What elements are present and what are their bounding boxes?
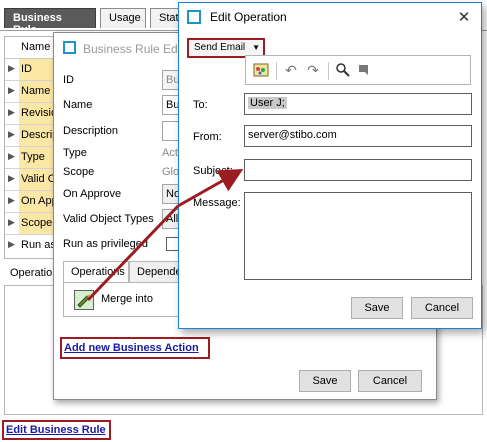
expand-icon[interactable]: ▶ <box>8 129 15 140</box>
dialog-title: Business Rule Edito <box>83 42 191 56</box>
close-icon[interactable]: ✕ <box>451 5 477 31</box>
cancel-button[interactable]: Cancel <box>358 370 422 392</box>
run-as-privileged-label: Run as privileged <box>63 238 148 250</box>
property-row[interactable]: ▶ Revisio <box>5 103 55 125</box>
merge-operation-icon[interactable] <box>74 290 94 310</box>
save-button[interactable]: Save <box>351 297 403 319</box>
type-label: Type <box>63 147 87 159</box>
valid-object-types-label: Valid Object Types <box>63 213 154 225</box>
redo-icon[interactable]: ↷ <box>304 61 322 79</box>
property-grid: Name ▶ ID ▶ Name ▶ Revisio ▶ Descrip ▶ Type ▶… <box>4 36 56 259</box>
property-row[interactable]: ▶ Valid O <box>5 169 55 191</box>
property-label: On App <box>19 191 55 212</box>
expand-icon[interactable]: ▶ <box>8 85 15 96</box>
name-label: Name <box>63 99 93 111</box>
save-button[interactable]: Save <box>299 370 351 392</box>
operation-type-value: Send Email <box>194 42 246 53</box>
subject-field[interactable] <box>244 159 472 181</box>
tab-business-rule[interactable]: Business Rule <box>4 8 96 36</box>
property-row[interactable]: ▶ Scope <box>5 213 55 235</box>
property-label: Scope <box>19 213 55 234</box>
replace-icon[interactable] <box>356 61 374 79</box>
property-label: ID <box>19 59 55 80</box>
tab-usage[interactable]: Usage <box>100 8 146 28</box>
message-label: Message: <box>193 197 241 209</box>
expand-icon[interactable]: ▶ <box>8 107 15 118</box>
from-field[interactable]: server@stibo.com <box>244 125 472 147</box>
expand-icon[interactable]: ▶ <box>8 217 15 228</box>
editor-toolbar: ↶ ↷ <box>245 55 471 85</box>
edit-business-rule-link[interactable]: Edit Business Rule <box>2 420 111 440</box>
to-field[interactable]: User J; <box>244 93 472 115</box>
column-header-name: Name <box>21 41 51 53</box>
property-grid-header: Name <box>5 37 55 59</box>
recipient-chip[interactable]: User J; <box>248 97 287 109</box>
undo-icon[interactable]: ↶ <box>282 61 300 79</box>
window-icon <box>187 10 201 24</box>
property-row[interactable]: ▶ Type <box>5 147 55 169</box>
operation-label[interactable]: Merge into <box>101 293 153 305</box>
from-label: From: <box>193 131 222 143</box>
expand-icon[interactable]: ▶ <box>8 63 15 74</box>
scope-label: Scope <box>63 166 95 178</box>
add-new-business-action-link[interactable]: Add new Business Action <box>60 337 210 359</box>
expand-icon[interactable]: ▶ <box>8 173 15 184</box>
chevron-down-icon: ▼ <box>252 43 260 52</box>
property-label: Run as <box>21 239 55 251</box>
property-row[interactable]: ▶ Run as <box>5 235 55 257</box>
dialog-title: Edit Operation <box>210 10 287 24</box>
property-row[interactable]: ▶ On App <box>5 191 55 213</box>
property-row[interactable]: ▶ ID <box>5 59 55 81</box>
property-label: Type <box>19 147 55 168</box>
on-approve-label: On Approve <box>63 188 122 200</box>
property-label: Revisio <box>19 103 55 124</box>
id-label: ID <box>63 74 74 86</box>
property-label: Valid O <box>19 169 55 190</box>
edit-operation-dialog: Edit Operation ✕ Send Email ▼ ↶ ↷ To: Us… <box>178 2 482 329</box>
property-label: Name <box>19 81 55 102</box>
expand-icon[interactable]: ▶ <box>8 195 15 206</box>
tab-operations[interactable]: Operations <box>63 261 129 283</box>
toolbar-separator <box>276 62 277 80</box>
find-icon[interactable] <box>334 61 352 79</box>
message-textarea[interactable] <box>244 192 472 280</box>
dialog-titlebar: Edit Operation ✕ <box>179 3 481 33</box>
expand-icon[interactable]: ▶ <box>8 151 15 162</box>
insert-variable-icon[interactable] <box>252 61 270 79</box>
toolbar-separator <box>328 62 329 80</box>
cancel-button[interactable]: Cancel <box>411 297 473 319</box>
property-label: Descrip <box>19 125 55 146</box>
scope-value: Glo <box>162 166 180 178</box>
property-row[interactable]: ▶ Descrip <box>5 125 55 147</box>
window-icon <box>63 41 76 54</box>
tab-label: Operation <box>10 267 59 279</box>
property-row[interactable]: ▶ Name <box>5 81 55 103</box>
subject-label: Subject: <box>193 165 233 177</box>
expand-icon[interactable]: ▶ <box>8 239 15 250</box>
description-label: Description <box>63 125 119 137</box>
to-label: To: <box>193 99 208 111</box>
